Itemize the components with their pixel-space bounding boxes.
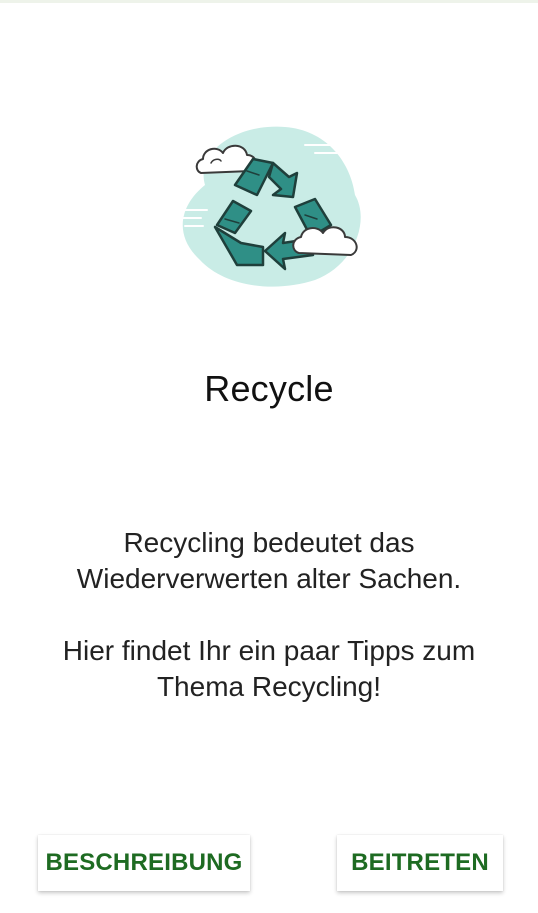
beschreibung-button[interactable]: BESCHREIBUNG: [38, 835, 250, 891]
screen: Recycle Recycling bedeutet das Wiederver…: [0, 0, 538, 913]
page-title: Recycle: [204, 368, 334, 409]
description-paragraph-2: Hier findet Ihr ein paar Tipps zum Thema…: [62, 635, 476, 702]
recycle-clouds-icon: [165, 115, 375, 295]
beitreten-button[interactable]: BEITRETEN: [337, 835, 503, 891]
description-paragraph-1: Recycling bedeutet das Wiederverwerten a…: [76, 527, 462, 594]
top-divider: [0, 0, 538, 3]
description-text: Recycling bedeutet das Wiederverwerten a…: [20, 525, 518, 705]
